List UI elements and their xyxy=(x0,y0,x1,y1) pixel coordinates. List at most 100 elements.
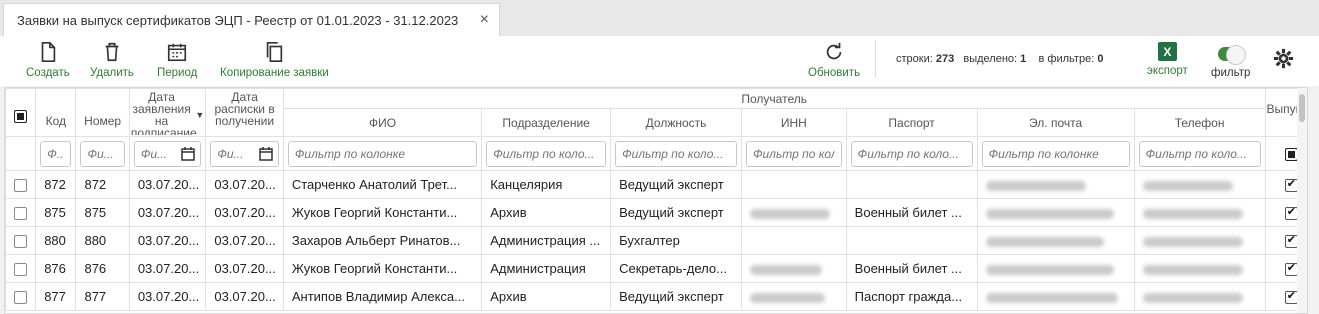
calendar-icon xyxy=(168,43,187,62)
filter-toggle[interactable]: фильтр xyxy=(1211,44,1250,79)
cell-nomer: 880 xyxy=(75,226,130,255)
cell-date-request: 03.07.20... xyxy=(128,282,207,311)
close-icon[interactable]: × xyxy=(480,11,489,29)
cell-position: Секретарь-дело... xyxy=(610,254,742,283)
cell-date-receipt: 03.07.20... xyxy=(205,254,284,283)
tab-registry[interactable]: Заявки на выпуск сертификатов ЭЦП - Реес… xyxy=(3,3,500,36)
cell-division: Архив xyxy=(481,282,612,311)
cell-nomer: 875 xyxy=(75,198,130,227)
refresh-label: Обновить xyxy=(808,67,861,79)
table-row[interactable]: 880 880 03.07.20... 03.07.20... Захаров … xyxy=(5,226,1307,255)
row-checkbox[interactable] xyxy=(14,235,28,249)
cell-inn xyxy=(740,226,847,255)
col-header-date-request[interactable]: Дата заявления на подписание ▼ xyxy=(128,88,207,137)
copy-request-button[interactable]: Копирование заявки xyxy=(220,41,329,79)
row-checkbox[interactable] xyxy=(14,291,28,305)
filter-input-inn[interactable] xyxy=(745,140,842,167)
col-header-fio[interactable]: ФИО xyxy=(282,108,483,137)
cell-inn xyxy=(740,198,847,227)
toggle-switch-icon[interactable] xyxy=(1217,45,1246,65)
col-header-phone[interactable]: Телефон xyxy=(1133,108,1266,137)
calendar-icon[interactable] xyxy=(181,146,196,161)
redacted-phone xyxy=(1142,292,1243,303)
col-header-division[interactable]: Подразделение xyxy=(481,108,612,137)
row-checkbox[interactable] xyxy=(14,179,28,193)
select-all-header xyxy=(5,88,37,137)
cell-division: Канцелярия xyxy=(481,170,612,199)
row-checkbox[interactable] xyxy=(14,263,28,277)
filter-input-phone[interactable] xyxy=(1138,140,1261,167)
issued-checkbox[interactable] xyxy=(1284,233,1298,249)
filter-input-position[interactable] xyxy=(615,140,737,167)
table-row[interactable]: 875 875 03.07.20... 03.07.20... Жуков Ге… xyxy=(5,198,1307,227)
col-header-kod[interactable]: Код xyxy=(35,88,77,137)
redacted-email xyxy=(985,180,1086,191)
cell-inn xyxy=(740,282,847,311)
filter-input-passport[interactable] xyxy=(850,140,973,167)
cell-kod: 876 xyxy=(35,254,77,283)
table-row[interactable]: 876 876 03.07.20... 03.07.20... Жуков Ге… xyxy=(5,254,1307,283)
filter-issued-checkbox[interactable] xyxy=(1284,148,1298,162)
vertical-scrollbar[interactable] xyxy=(1297,88,1307,313)
redacted-inn xyxy=(749,264,822,275)
col-header-date-receipt[interactable]: Дата расписки в получении xyxy=(205,88,284,137)
col-header-date-receipt-label: Дата расписки в получении xyxy=(214,91,275,128)
cell-division: Администрация xyxy=(481,254,612,283)
export-button[interactable]: X экспорт xyxy=(1147,42,1188,77)
refresh-button[interactable]: Обновить xyxy=(808,41,860,79)
cell-email xyxy=(976,226,1135,255)
cell-nomer: 876 xyxy=(75,254,130,283)
issued-checkbox[interactable] xyxy=(1284,289,1298,305)
redacted-inn xyxy=(749,208,830,219)
table-row[interactable]: 877 877 03.07.20... 03.07.20... Антипов … xyxy=(5,282,1307,311)
filter-input-fio[interactable] xyxy=(287,140,478,167)
redacted-email xyxy=(985,208,1114,219)
cell-date-request: 03.07.20... xyxy=(128,226,207,255)
cell-email xyxy=(976,170,1135,199)
group-header-recipient: Получатель xyxy=(282,88,1266,109)
col-header-position[interactable]: Должность xyxy=(610,108,742,137)
row-checkbox[interactable] xyxy=(14,207,28,221)
cell-date-request: 03.07.20... xyxy=(128,170,207,199)
issued-checkbox[interactable] xyxy=(1284,261,1298,277)
cell-inn xyxy=(740,254,847,283)
cell-email xyxy=(976,282,1135,311)
create-button[interactable]: Создать xyxy=(26,41,70,79)
filter-row xyxy=(5,136,1307,171)
filter-label: фильтр xyxy=(1211,67,1251,79)
cell-passport xyxy=(845,226,978,255)
filter-input-kod[interactable] xyxy=(40,140,72,167)
requests-grid: Код Номер Дата заявления на подписание ▼… xyxy=(4,87,1308,314)
filter-input-division[interactable] xyxy=(486,140,607,167)
sort-desc-icon[interactable]: ▼ xyxy=(195,109,204,121)
row-stats: строки: 273 выделено: 1 в фильтре: 0 xyxy=(896,53,1103,65)
cell-fio: Жуков Георгий Константи... xyxy=(282,198,483,227)
select-all-checkbox[interactable] xyxy=(14,110,28,124)
col-header-passport[interactable]: Паспорт xyxy=(845,108,978,137)
cell-passport: Военный билет ... xyxy=(845,254,978,283)
filter-input-nomer[interactable] xyxy=(80,140,125,167)
col-header-nomer[interactable]: Номер xyxy=(75,88,130,137)
table-row[interactable]: 872 872 03.07.20... 03.07.20... Старченк… xyxy=(5,170,1307,199)
rows-count: 273 xyxy=(935,53,955,65)
filter-input-email[interactable] xyxy=(981,140,1130,167)
settings-button[interactable] xyxy=(1273,48,1294,69)
scrollbar-thumb[interactable] xyxy=(1299,94,1305,122)
cell-fio: Захаров Альберт Ринатов... xyxy=(282,226,483,255)
cell-position: Ведущий эксперт xyxy=(610,198,742,227)
cell-phone xyxy=(1133,254,1266,283)
issued-checkbox[interactable] xyxy=(1284,177,1298,193)
cell-inn xyxy=(740,170,847,199)
col-header-email[interactable]: Эл. почта xyxy=(976,108,1135,137)
col-header-inn[interactable]: ИНН xyxy=(740,108,847,137)
issued-checkbox[interactable] xyxy=(1284,205,1298,221)
cell-fio: Антипов Владимир Алекса... xyxy=(282,282,483,311)
rows-label: строки: xyxy=(896,53,933,65)
delete-button[interactable]: Удалить xyxy=(90,41,134,79)
cell-passport xyxy=(845,170,978,199)
cell-date-receipt: 03.07.20... xyxy=(205,198,284,227)
delete-label: Удалить xyxy=(90,67,134,79)
cell-division: Администрация ... xyxy=(481,226,612,255)
calendar-icon[interactable] xyxy=(259,146,273,161)
period-button[interactable]: Период xyxy=(157,41,197,79)
